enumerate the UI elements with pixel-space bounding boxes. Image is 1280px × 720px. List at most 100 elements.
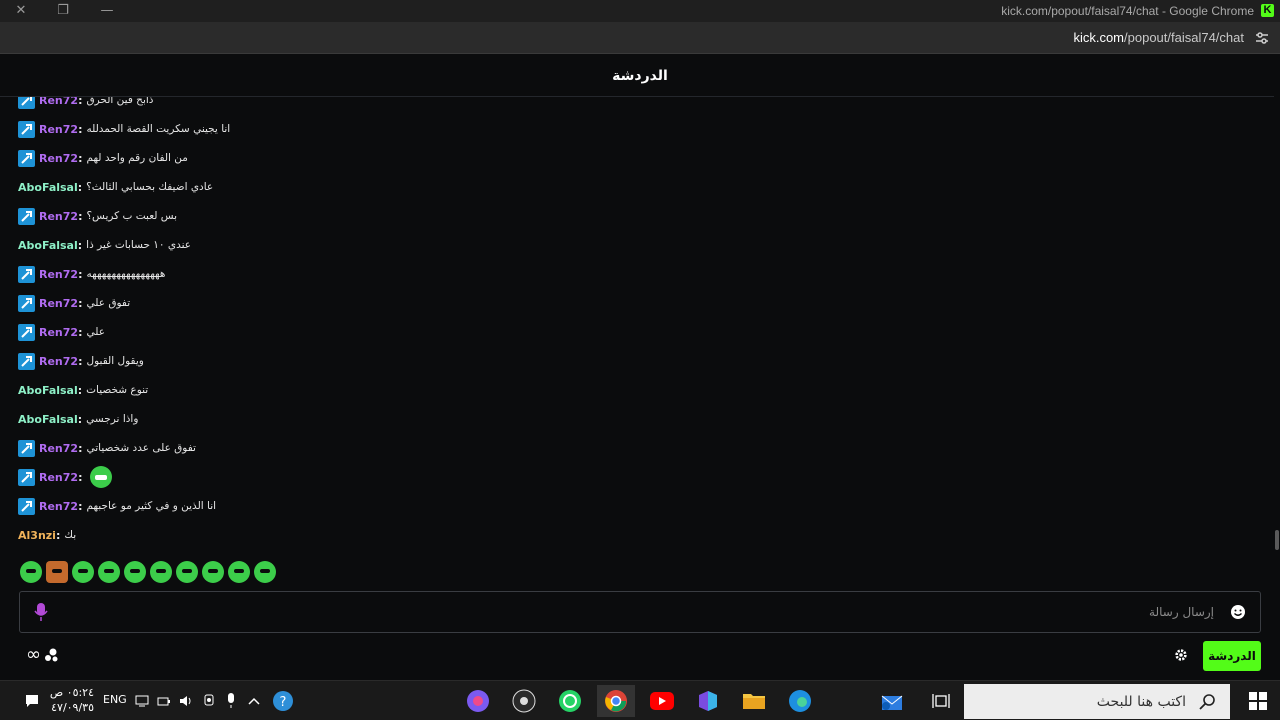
chat-username[interactable]: Ren72 [39, 355, 78, 368]
chat-message[interactable]: Ren72: انا يجيني سكريت القصة الحمدلله [18, 119, 230, 139]
chat-username[interactable]: AboFalsal [18, 239, 78, 252]
emote-9-icon[interactable] [228, 561, 250, 583]
url-text[interactable]: kick.com/popout/faisal74/chat [1073, 30, 1244, 45]
help-app-icon[interactable]: ? [271, 689, 295, 713]
gear-icon[interactable] [1174, 648, 1188, 662]
chat-message-text: عندي ١٠ حسابات غير ذا [86, 239, 192, 251]
minimize-window-icon[interactable]: — [98, 2, 116, 20]
task-view-icon[interactable] [929, 689, 953, 713]
chat-username[interactable]: Ren72 [39, 442, 78, 455]
address-bar[interactable]: kick.com/popout/faisal74/chat [0, 22, 1280, 54]
chat-message-list[interactable]: Ren72: ذابح فين الحرق Ren72: انا يجيني سكري… [0, 97, 1274, 552]
chat-input-container[interactable] [19, 591, 1261, 633]
emote-4-icon[interactable] [98, 561, 120, 583]
chat-message[interactable]: Ren72: انا الذين و في كثير مو عاجبهم [18, 496, 216, 516]
chrome-app-icon[interactable] [597, 685, 635, 717]
chat-username[interactable]: Al3nzi [18, 529, 56, 542]
chat-message-text: علي [86, 326, 105, 338]
scrollbar-thumb[interactable] [1275, 530, 1279, 550]
emote-2-icon[interactable] [46, 561, 68, 583]
chat-username[interactable]: Ren72 [39, 268, 78, 281]
chat-message-text: ويقول القبول [86, 355, 144, 367]
youtube-app-icon[interactable] [649, 689, 675, 713]
network-icon[interactable] [156, 689, 172, 713]
chat-message[interactable]: Ren72: علي [18, 322, 105, 342]
whatsapp-app-icon[interactable] [557, 689, 583, 713]
chat-message[interactable]: Ren72: تفوق على عدد شخصياتي [18, 438, 196, 458]
chat-message[interactable]: Ren72: من الفان رقم واحد لهم [18, 148, 188, 168]
file-explorer-icon[interactable] [741, 689, 767, 713]
webcam-icon[interactable] [202, 689, 216, 713]
emote-7-icon[interactable] [176, 561, 198, 583]
display-icon[interactable] [134, 689, 150, 713]
obs-app-icon[interactable] [511, 689, 537, 713]
emote-8-icon[interactable] [202, 561, 224, 583]
site-settings-icon[interactable] [1254, 30, 1270, 46]
username-separator: : [77, 238, 83, 252]
chat-username[interactable]: Ren72 [39, 500, 78, 513]
chat-message[interactable]: AboFalsal: عادي اضيفك بحسابي الثالث؟ [18, 177, 213, 197]
emote-1-icon[interactable] [20, 561, 42, 583]
chat-username[interactable]: AboFalsal [18, 413, 78, 426]
url-path: /popout/faisal74/chat [1124, 30, 1244, 45]
username-separator: : [78, 97, 83, 107]
chat-message-text: عادي اضيفك بحسابي الثالث؟ [86, 181, 214, 193]
moderator-badge-icon [18, 207, 35, 225]
moderator-badge-icon [18, 149, 35, 167]
chat-scrollbar[interactable] [1274, 55, 1280, 680]
emote-10-icon[interactable] [254, 561, 276, 583]
emote-3-icon[interactable] [72, 561, 94, 583]
emoji-picker-icon[interactable] [1230, 604, 1246, 620]
points-icon[interactable] [43, 647, 59, 663]
microphone-icon[interactable] [34, 602, 48, 622]
chat-message[interactable]: AboFalsal: تنوع شخصيات [18, 380, 148, 400]
chat-message[interactable]: Ren72: [18, 466, 113, 488]
send-chat-button[interactable]: الدردشة [1203, 641, 1261, 671]
tray-expand-icon[interactable] [246, 689, 262, 713]
chat-message[interactable]: Al3nzi: بك [18, 525, 76, 545]
chat-username[interactable]: Ren72 [39, 297, 78, 310]
restore-window-icon[interactable]: ❐ [54, 2, 72, 20]
taskbar-clock[interactable]: ٠٥:٢٤ ص ٤٧/٠٩/٣٥ [48, 685, 94, 715]
chat-message-input[interactable] [614, 602, 1214, 622]
close-window-icon[interactable]: ✕ [12, 2, 30, 20]
emote-5-icon[interactable] [124, 561, 146, 583]
chat-username[interactable]: Ren72 [39, 123, 78, 136]
language-indicator[interactable]: ENG [103, 693, 127, 706]
username-separator: : [78, 441, 83, 455]
mail-app-icon[interactable] [879, 689, 905, 713]
notifications-icon[interactable] [22, 689, 42, 713]
chat-message[interactable]: AboFalsal: واذا نرجسي [18, 409, 138, 429]
chat-message[interactable]: Ren72: بس لعبت ب كريس؟ [18, 206, 177, 226]
chat-username[interactable]: Ren72 [39, 97, 78, 107]
infinity-icon[interactable]: ∞ [26, 646, 41, 664]
chat-username[interactable]: Ren72 [39, 152, 78, 165]
chat-message[interactable]: Ren72: ويقول القبول [18, 351, 144, 371]
chat-username[interactable]: Ren72 [39, 326, 78, 339]
messenger-app-icon[interactable] [465, 689, 491, 713]
emote-6-icon[interactable] [150, 561, 172, 583]
moderator-badge-icon [18, 497, 35, 515]
moderator-badge-icon [18, 294, 35, 312]
chat-message[interactable]: Ren72: هههههههههههههههه [18, 264, 165, 284]
windows-start-icon[interactable] [1246, 689, 1270, 713]
chat-message[interactable]: Ren72: تفوق علي [18, 293, 130, 313]
mic-tray-icon[interactable] [224, 689, 238, 713]
edge-app-icon[interactable] [787, 689, 813, 713]
username-separator: : [78, 296, 83, 310]
taskbar-search-input[interactable] [1006, 692, 1186, 712]
username-separator: : [78, 122, 83, 136]
chat-username[interactable]: AboFalsal [18, 384, 78, 397]
green-smile-emote[interactable] [90, 466, 113, 488]
taskbar-search[interactable] [964, 684, 1230, 719]
office-app-icon[interactable] [695, 689, 721, 713]
username-separator: : [77, 383, 83, 397]
chat-message[interactable]: AboFalsal: عندي ١٠ حسابات غير ذا [18, 235, 191, 255]
volume-icon[interactable] [178, 689, 194, 713]
chat-username[interactable]: AboFalsal [18, 181, 78, 194]
window-titlebar: ✕ ❐ — kick.com/popout/faisal74/chat - Go… [0, 0, 1280, 22]
chat-username[interactable]: Ren72 [39, 471, 78, 484]
username-separator: : [78, 470, 83, 484]
chat-username[interactable]: Ren72 [39, 210, 78, 223]
chat-message[interactable]: Ren72: ذابح فين الحرق [18, 97, 153, 110]
